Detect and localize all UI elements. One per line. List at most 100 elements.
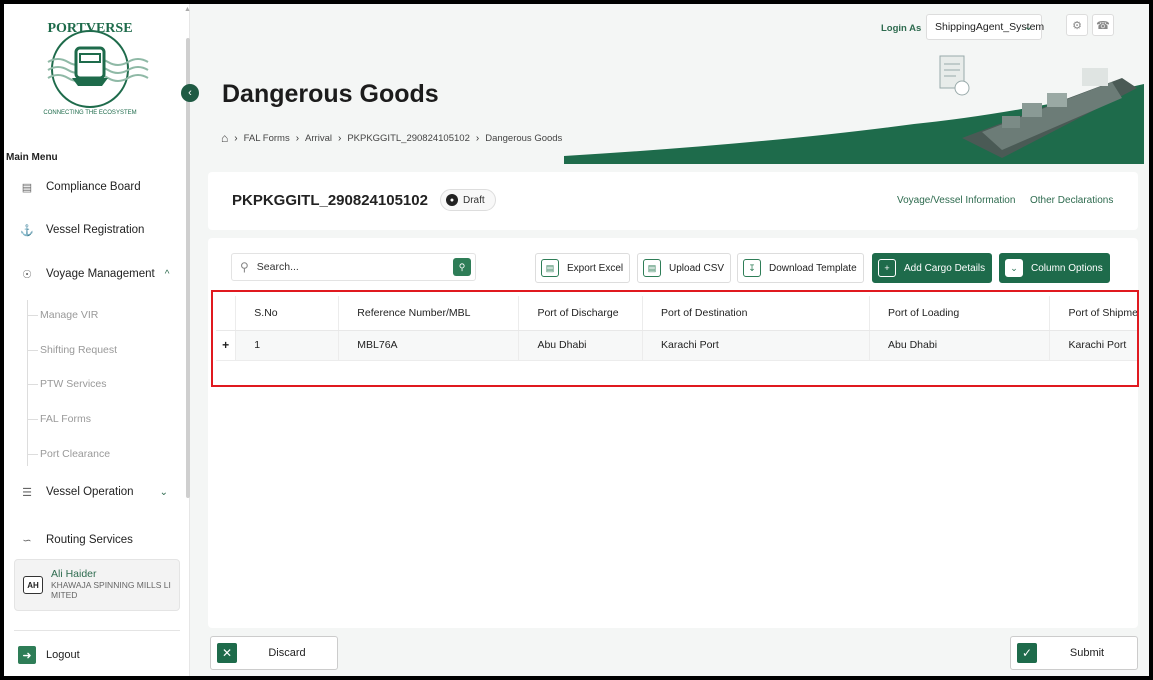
chevron-down-icon: ⌄ [1023,21,1033,33]
submit-label: Submit [1069,647,1105,659]
sidebar-item-vessel-registration[interactable]: ⚓ Vessel Registration [18,217,178,243]
logout-label: Logout [46,649,80,661]
breadcrumb-item-current: Dangerous Goods [485,132,563,144]
sidebar: PORTVERSE CONNECTING THE ECOSYSTEM Main … [4,4,191,676]
scroll-up-icon: ▲ [184,6,191,13]
discard-label: Discard [268,647,306,659]
sidebar-subitem-fal-forms[interactable]: FAL Forms [28,408,180,430]
reference-number: PKPKGGITL_290824105102 [232,192,428,209]
crane-icon: ☰ [22,486,32,499]
sidebar-subitem-ptw-services[interactable]: PTW Services [28,373,180,395]
sidebar-subitem-manage-vir[interactable]: Manage VIR [28,304,180,326]
close-icon: ✕ [217,643,237,663]
main-menu-label: Main Menu [6,152,58,163]
submenu-guide-line [27,300,28,466]
logo-tagline: CONNECTING THE ECOSYSTEM [43,110,136,116]
sidebar-item-voyage-management[interactable]: ☉ Voyage Management ^ [18,261,178,287]
table-row[interactable]: + 1 MBL76A Abu Dhabi Karachi Port Abu Dh… [216,330,1138,361]
sidebar-subitem-shifting-request[interactable]: Shifting Request [28,339,180,361]
add-cargo-details-label: Add Cargo Details [904,262,986,274]
add-cargo-details-button[interactable]: + Add Cargo Details [872,253,993,283]
column-options-label: Column Options [1031,262,1103,274]
home-icon[interactable]: ⌂ [221,131,228,145]
column-header[interactable]: Port of Shipme [1049,296,1138,331]
table-cell: Abu Dhabi [868,330,1050,361]
breadcrumb-item[interactable]: Arrival [305,133,332,144]
sidebar-item-label: Voyage Management [46,268,155,280]
compass-icon: ☉ [22,268,32,281]
chevron-up-icon: ^ [164,268,170,280]
page-title: Dangerous Goods [222,80,439,108]
role-select[interactable]: ShippingAgent_System ⌄ [926,14,1044,40]
sidebar-item-label: Compliance Board [46,181,141,193]
breadcrumb-item[interactable]: PKPKGGITL_290824105102 [347,133,470,144]
other-declarations-link[interactable]: Other Declarations [1030,195,1113,206]
voyage-vessel-information-link[interactable]: Voyage/Vessel Information [897,195,1015,206]
settings-gear-icon[interactable]: ⚙ [1066,14,1088,36]
sidebar-item-label: Vessel Operation [46,486,134,498]
sidebar-subitem-port-clearance[interactable]: Port Clearance [28,443,180,465]
status-badge-label: Draft [463,194,485,206]
search-input[interactable]: ⚲ Search... ⚲ [231,253,476,281]
plus-icon: + [878,259,896,277]
search-button[interactable]: ⚲ [453,258,471,276]
avatar: AH [23,576,43,594]
draft-icon: ● [446,194,458,206]
discard-button[interactable]: ✕ Discard [210,636,338,670]
column-header[interactable]: Reference Number/MBL [338,296,519,331]
submit-button[interactable]: ✓ Submit [1010,636,1138,670]
cargo-table: S.No Reference Number/MBL Port of Discha… [216,296,1138,361]
column-header[interactable]: S.No [235,296,339,331]
login-as-label: Login As [881,23,922,34]
excel-file-icon: ▤ [541,259,559,277]
upload-csv-button[interactable]: ▤ Upload CSV [637,253,732,283]
logout-icon: ➜ [18,646,36,664]
chevron-down-icon: ⌄ [1005,259,1023,277]
chevron-right-icon: › [234,132,238,144]
logout-button[interactable]: ➜ Logout [18,644,80,666]
search-placeholder: Search... [256,261,299,273]
csv-file-icon: ▤ [643,259,661,277]
table-cell: Karachi Port [1049,330,1138,361]
sidebar-item-vessel-operation[interactable]: ☰ Vessel Operation ⌄ [18,479,178,505]
search-icon: ⚲ [240,260,249,274]
column-header[interactable]: Port of Discharge [518,296,643,331]
chevron-right-icon: › [337,132,342,144]
app-window: PORTVERSE CONNECTING THE ECOSYSTEM Main … [4,4,1149,676]
collapse-sidebar-button[interactable]: ‹ [181,84,199,102]
download-template-button[interactable]: ↧ Download Template [737,253,864,283]
check-icon: ✓ [1017,643,1037,663]
scrollbar-thumb[interactable] [186,38,190,498]
sidebar-item-label: Vessel Registration [46,224,145,236]
export-excel-label: Export Excel [567,262,624,274]
user-organization: KHAWAJA SPINNING MILLS LIMITED [51,580,171,600]
breadcrumb: ⌂ › FAL Forms › Arrival › PKPKGGITL_2908… [221,131,562,145]
user-card[interactable]: AH Ali Haider KHAWAJA SPINNING MILLS LIM… [14,559,180,611]
chevron-down-icon: ⌄ [159,486,168,498]
table-cell: Karachi Port [642,330,870,361]
column-header[interactable]: Port of Destination [642,296,870,331]
sidebar-item-compliance-board[interactable]: ▤ Compliance Board [18,174,178,200]
sidebar-item-routing-services[interactable]: ∽ Routing Services [18,527,178,553]
clipboard-icon: ▤ [21,181,33,194]
chevron-right-icon: › [475,132,480,144]
column-header[interactable]: Port of Loading [868,296,1050,331]
expand-row-button[interactable]: + [216,330,236,361]
download-icon: ↧ [743,259,761,277]
table-cell: Abu Dhabi [518,330,643,361]
column-header-expand [216,296,236,331]
sidebar-divider [14,630,180,631]
status-badge: ● Draft [440,189,496,211]
user-name: Ali Haider [51,568,97,580]
export-excel-button[interactable]: ▤ Export Excel [535,253,631,283]
column-options-button[interactable]: ⌄ Column Options [999,253,1110,283]
table-header-row: S.No Reference Number/MBL Port of Discha… [216,296,1138,331]
notification-bell-icon[interactable]: ☎ [1092,14,1114,36]
breadcrumb-item[interactable]: FAL Forms [244,133,290,144]
table-cell: 1 [235,330,339,361]
reference-info-card: PKPKGGITL_290824105102 ● Draft Voyage/Ve… [208,172,1138,230]
ship-icon: ⚓ [20,224,34,237]
logo-text: PORTVERSE [47,21,132,36]
cargo-grid-card: ⚲ Search... ⚲ ▤ Export Excel ▤ Upload CS… [208,238,1138,628]
download-template-label: Download Template [769,262,857,274]
